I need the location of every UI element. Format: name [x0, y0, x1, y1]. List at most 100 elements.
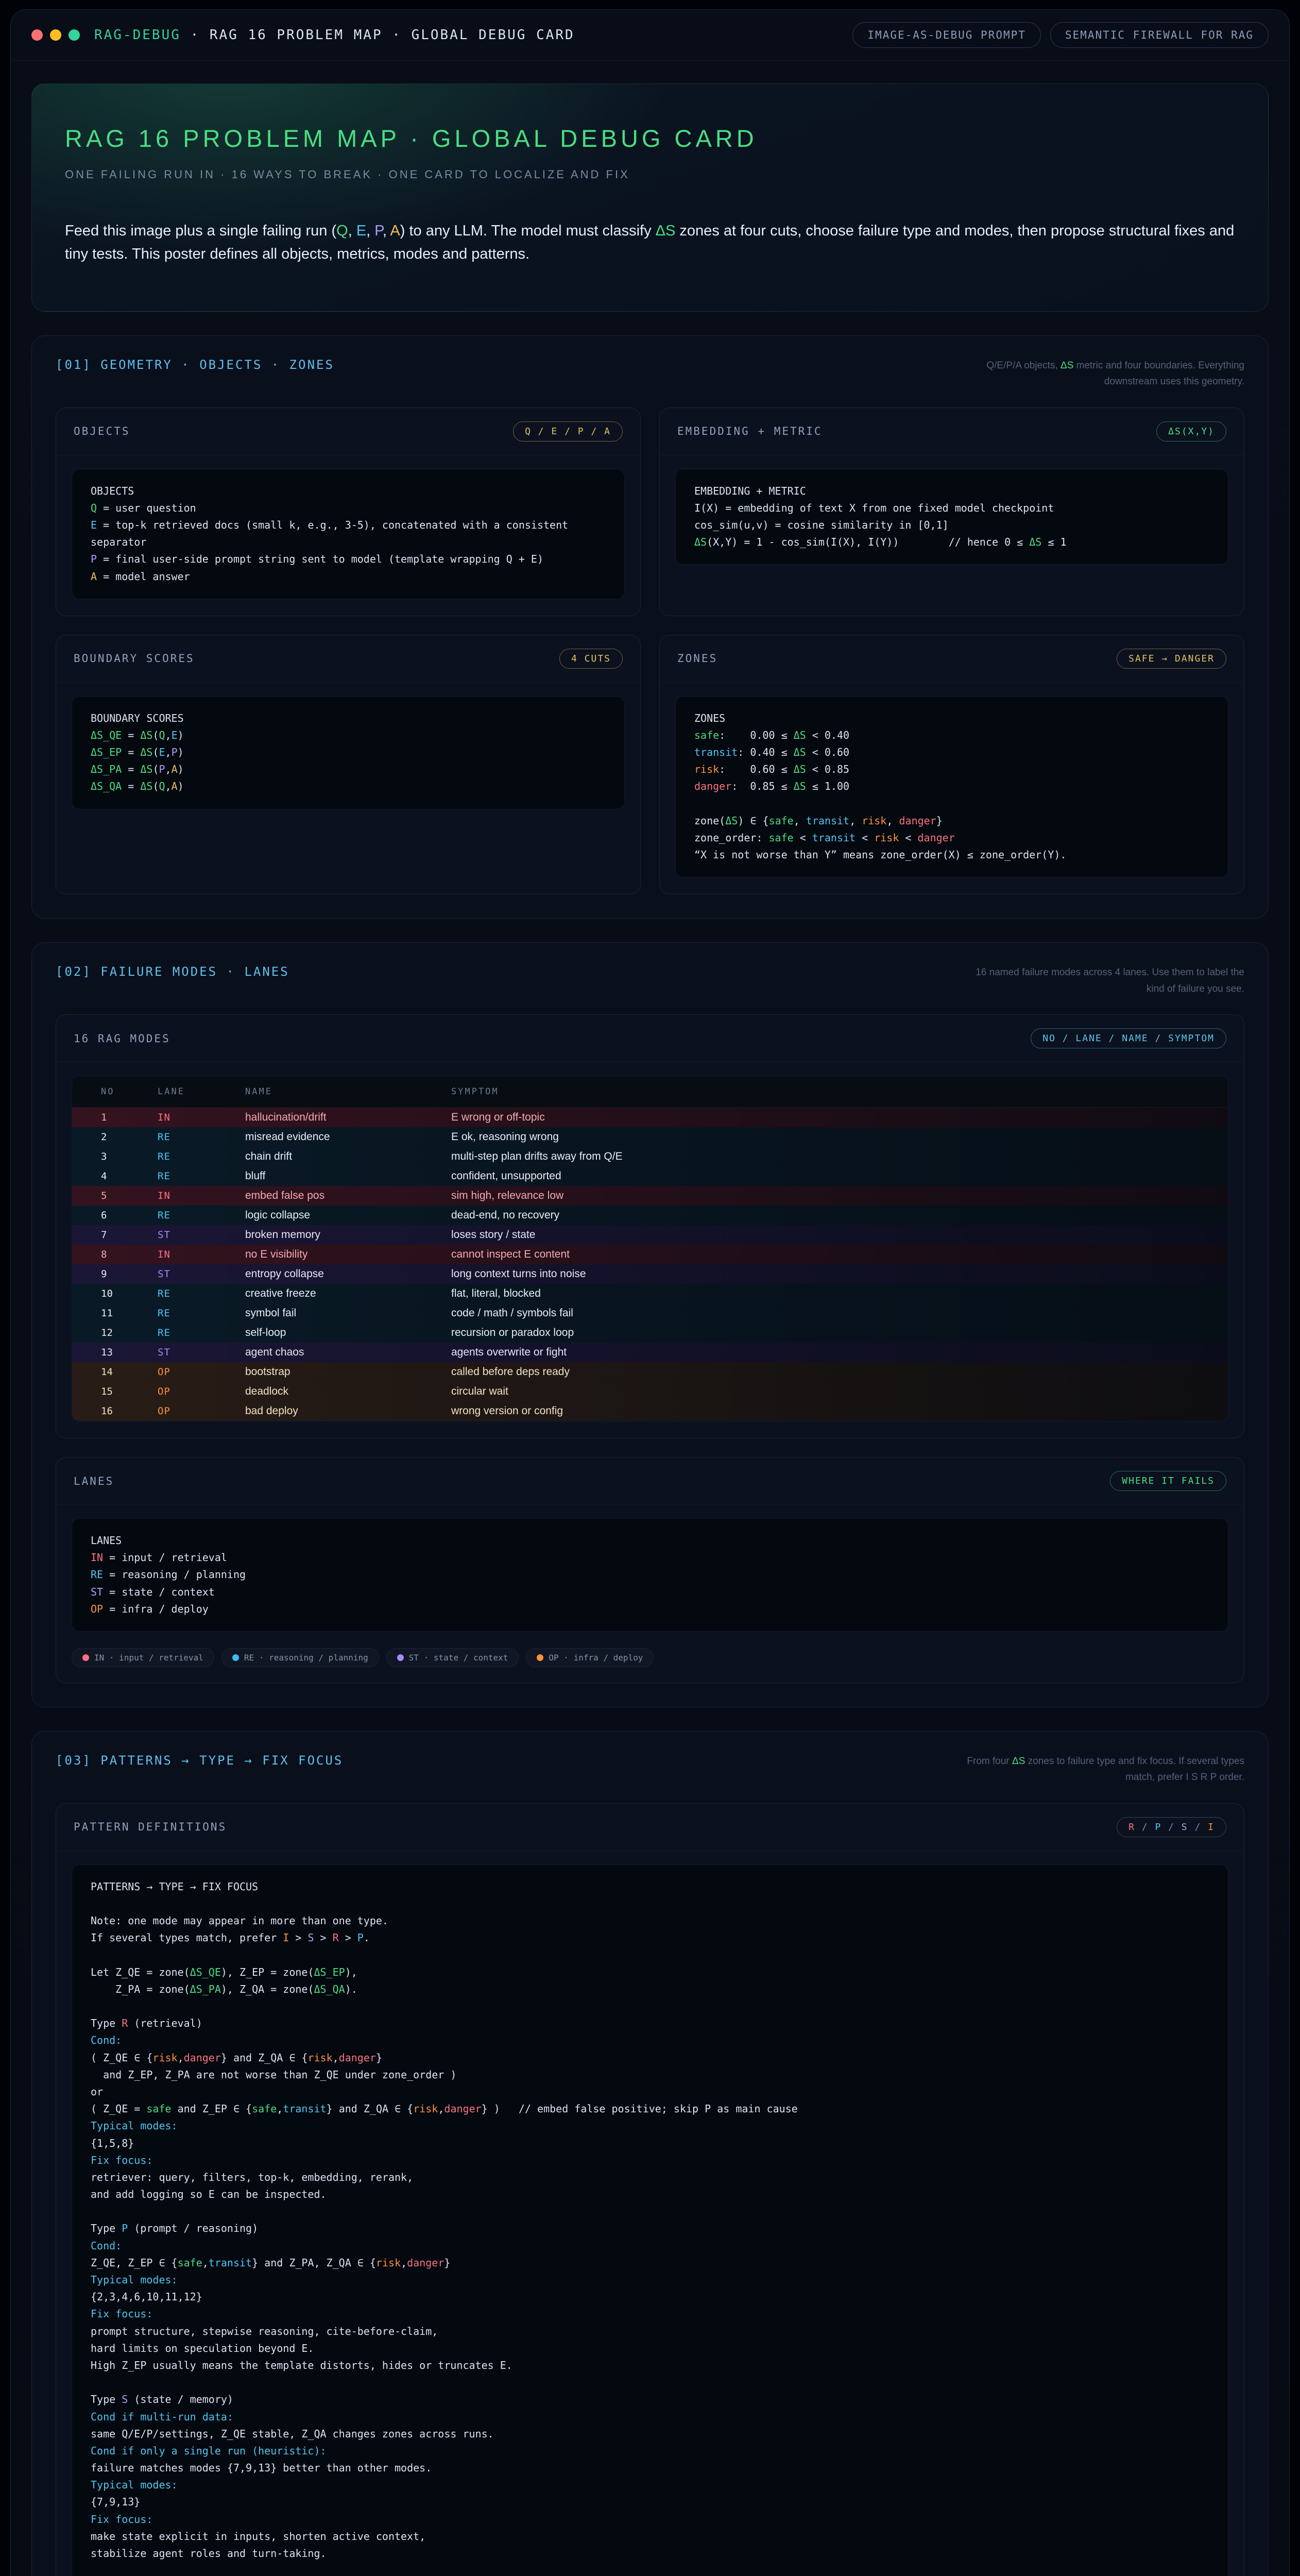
window-maximize-icon[interactable] [69, 29, 80, 41]
code-line: retriever: query, filters, top-k, embedd… [91, 2169, 1209, 2186]
code-line: risk: 0.60 ≤ ΔS < 0.85 [694, 761, 1209, 778]
mode-lane: ST [158, 1268, 245, 1280]
mode-lane: RE [158, 1151, 245, 1162]
code-line [91, 1946, 1209, 1963]
embedding-panel-header: EMBEDDING + METRIC ΔS(X,Y) [660, 408, 1244, 455]
code-line: Cond: [91, 2032, 1209, 2049]
lane-dot-icon [82, 1654, 89, 1661]
lane-legend-chip: RE · reasoning / planning [221, 1648, 379, 1667]
table-row: 13STagent chaosagents overwrite or fight [72, 1343, 1228, 1362]
mode-lane: IN [158, 1249, 245, 1260]
intro-paragraph: Feed this image plus a single failing ru… [65, 219, 1235, 266]
code-line: BOUNDARY SCORES [91, 710, 606, 727]
image-as-debug-prompt-pill[interactable]: IMAGE-AS-DEBUG PROMPT [852, 22, 1041, 48]
lane-legend-label: RE · reasoning / planning [244, 1653, 368, 1663]
mode-no: 16 [101, 1405, 158, 1417]
code-line: Cond if multi-run data: [91, 2409, 1209, 2426]
mode-lane: OP [158, 1405, 245, 1417]
mode-symptom: called before deps ready [451, 1366, 1228, 1378]
code-line: Type P (prompt / reasoning) [91, 2220, 1209, 2237]
code-line: PATTERNS → TYPE → FIX FOCUS [91, 1878, 1209, 1895]
col-header-no: NO [101, 1087, 158, 1097]
table-row: 10REcreative freezeflat, literal, blocke… [72, 1284, 1228, 1303]
table-row: 7STbroken memoryloses story / state [72, 1225, 1228, 1245]
mode-symptom: confident, unsupported [451, 1170, 1228, 1182]
page-subtitle: ONE FAILING RUN IN · 16 WAYS TO BREAK · … [65, 168, 1235, 181]
code-line: stabilize agent roles and turn-taking. [91, 2545, 1209, 2562]
table-row: 9STentropy collapselong context turns in… [72, 1264, 1228, 1284]
code-line: zone(ΔS) ∈ {safe, transit, risk, danger} [694, 812, 1209, 829]
lanes-panel-title: LANES [74, 1475, 114, 1487]
mode-name: logic collapse [245, 1209, 451, 1222]
code-line: Typical modes: [91, 2272, 1209, 2289]
table-row: 2REmisread evidenceE ok, reasoning wrong [72, 1127, 1228, 1147]
zones-panel-header: ZONES SAFE → DANGER [660, 635, 1244, 683]
titlebar-subtitle: · RAG 16 PROBLEM MAP · GLOBAL DEBUG CARD [181, 27, 575, 43]
zones-panel: ZONES SAFE → DANGER ZONESsafe: 0.00 ≤ ΔS… [659, 635, 1244, 895]
mode-no: 7 [101, 1229, 158, 1241]
table-row: 12REself-looprecursion or paradox loop [72, 1323, 1228, 1343]
table-row: 6RElogic collapsedead-end, no recovery [72, 1206, 1228, 1225]
code-line: transit: 0.40 ≤ ΔS < 0.60 [694, 744, 1209, 761]
col-header-lane: LANE [158, 1087, 245, 1097]
pattern-panel-header: PATTERN DEFINITIONS R / P / S / I [56, 1804, 1244, 1851]
mode-symptom: loses story / state [451, 1229, 1228, 1241]
section-01-header: [01] GEOMETRY · OBJECTS · ZONES Q/E/P/A … [32, 336, 1268, 408]
mode-symptom: multi-step plan drifts away from Q/E [451, 1150, 1228, 1163]
mode-name: chain drift [245, 1150, 451, 1163]
lane-legend-chip: IN · input / retrieval [72, 1648, 214, 1667]
code-line: Let Z_QE = zone(ΔS_QE), Z_EP = zone(ΔS_E… [91, 1964, 1209, 1981]
mode-symptom: wrong version or config [451, 1405, 1228, 1417]
code-line: “X is not worse than Y” means zone_order… [694, 846, 1209, 863]
mode-symptom: E wrong or off-topic [451, 1111, 1228, 1124]
mode-symptom: flat, literal, blocked [451, 1287, 1228, 1300]
code-line: and add logging so E can be inspected. [91, 2186, 1209, 2203]
window-minimize-icon[interactable] [50, 29, 61, 41]
pattern-definitions-panel: PATTERN DEFINITIONS R / P / S / I PATTER… [56, 1803, 1244, 2576]
semantic-firewall-pill[interactable]: SEMANTIC FIREWALL FOR RAG [1050, 22, 1269, 48]
mode-lane: ST [158, 1347, 245, 1358]
window-close-icon[interactable] [31, 29, 43, 41]
lane-dot-icon [537, 1654, 543, 1661]
titlebar: RAG-DEBUG · RAG 16 PROBLEM MAP · GLOBAL … [11, 10, 1289, 61]
code-line: safe: 0.00 ≤ ΔS < 0.40 [694, 727, 1209, 744]
rag-modes-panel-title: 16 RAG MODES [74, 1032, 170, 1045]
mode-name: self-loop [245, 1327, 451, 1339]
boundary-code-block: BOUNDARY SCORESΔS_QE = ΔS(Q,E)ΔS_EP = ΔS… [72, 696, 625, 809]
table-row: 1INhallucination/driftE wrong or off-top… [72, 1108, 1228, 1127]
mode-no: 14 [101, 1366, 158, 1378]
section-failure-modes: [02] FAILURE MODES · LANES 16 named fail… [31, 942, 1269, 1707]
code-line: Z_QE, Z_EP ∈ {safe,transit} and Z_PA, Z_… [91, 2255, 1209, 2272]
section-01-label: [01] GEOMETRY · OBJECTS · ZONES [56, 358, 334, 372]
mode-no: 12 [101, 1327, 158, 1338]
code-line: ( Z_QE ∈ {risk,danger} and Z_QA ∈ {risk,… [91, 2049, 1209, 2066]
code-line: prompt structure, stepwise reasoning, ci… [91, 2323, 1209, 2340]
rag-modes-badge: NO / LANE / NAME / SYMPTOM [1031, 1028, 1226, 1048]
boundary-scores-panel: BOUNDARY SCORES 4 CUTS BOUNDARY SCORESΔS… [56, 635, 641, 895]
code-line: ΔS_EP = ΔS(E,P) [91, 744, 606, 761]
mode-symptom: cannot inspect E content [451, 1248, 1228, 1261]
section-geometry: [01] GEOMETRY · OBJECTS · ZONES Q/E/P/A … [31, 335, 1269, 919]
code-line: Cond: [91, 2238, 1209, 2255]
mode-name: bad deploy [245, 1405, 451, 1417]
code-line: ΔS_PA = ΔS(P,A) [91, 761, 606, 778]
mode-symptom: recursion or paradox loop [451, 1327, 1228, 1339]
titlebar-pills: IMAGE-AS-DEBUG PROMPT SEMANTIC FIREWALL … [852, 22, 1269, 48]
code-line: zone_order: safe < transit < risk < dang… [694, 829, 1209, 846]
table-row: 11REsymbol failcode / math / symbols fai… [72, 1303, 1228, 1323]
embedding-panel-title: EMBEDDING + METRIC [677, 425, 823, 437]
code-line [91, 2374, 1209, 2391]
code-line: ΔS(X,Y) = 1 - cos_sim(I(X), I(Y)) // hen… [694, 534, 1209, 551]
code-line: OP = infra / deploy [91, 1601, 1209, 1618]
mode-name: agent chaos [245, 1346, 451, 1359]
code-line: {1,5,8} [91, 2135, 1209, 2152]
mode-name: symbol fail [245, 1307, 451, 1319]
lane-legend-chip: ST · state / context [386, 1648, 519, 1667]
code-line: danger: 0.85 ≤ ΔS ≤ 1.00 [694, 778, 1209, 795]
mode-no: 9 [101, 1268, 158, 1280]
code-line [91, 1998, 1209, 2015]
lanes-badge: WHERE IT FAILS [1110, 1471, 1226, 1491]
mode-lane: OP [158, 1366, 245, 1378]
page-title: RAG 16 PROBLEM MAP · GLOBAL DEBUG CARD [65, 124, 1235, 152]
mode-symptom: agents overwrite or fight [451, 1346, 1228, 1359]
